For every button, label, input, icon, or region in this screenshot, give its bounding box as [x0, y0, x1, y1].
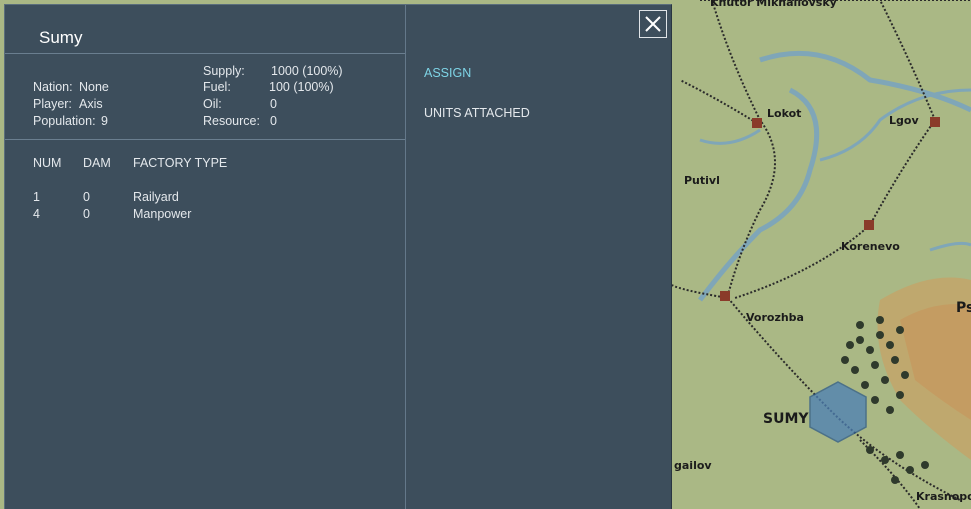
- map-label-krasnopo: Krasnopo: [916, 490, 971, 503]
- supply-value: 1000 (100%): [271, 64, 343, 78]
- oil-label: Oil:: [203, 97, 222, 111]
- col-header-num: NUM: [33, 156, 62, 170]
- supply-label: Supply:: [203, 64, 245, 78]
- player-value: Axis: [79, 97, 103, 111]
- city-name: Sumy: [39, 28, 83, 47]
- row-num: 1: [33, 190, 40, 204]
- oil-value: 0: [270, 97, 277, 111]
- stats-divider: [5, 139, 405, 140]
- row-factory-type: Railyard: [133, 190, 179, 204]
- map-label-ps: Ps: [956, 300, 971, 316]
- map-label-sumy[interactable]: SUMY: [763, 411, 809, 427]
- population-value: 9: [101, 114, 108, 128]
- map-label-vorozhba: Vorozhba: [746, 311, 804, 324]
- map-label-lokot: Lokot: [767, 107, 802, 120]
- nation-label: Nation:: [33, 80, 73, 94]
- row-factory-type: Manpower: [133, 207, 192, 221]
- player-label: Player:: [33, 97, 72, 111]
- assign-button[interactable]: ASSIGN: [424, 66, 471, 80]
- close-button[interactable]: [639, 10, 667, 38]
- map-label-korenevo: Korenevo: [841, 240, 900, 253]
- resource-label: Resource:: [203, 114, 260, 128]
- map-label-lgov: Lgov: [889, 114, 919, 127]
- fuel-value: 100 (100%): [269, 80, 334, 94]
- fuel-label: Fuel:: [203, 80, 231, 94]
- map-label-putivl: Putivl: [684, 174, 720, 187]
- population-label: Population:: [33, 114, 96, 128]
- row-dam: 0: [83, 207, 90, 221]
- col-header-dam: DAM: [83, 156, 111, 170]
- map-label-gailov: gailov: [674, 459, 712, 472]
- row-dam: 0: [83, 190, 90, 204]
- city-details-column: Sumy Nation: None Player: Axis Populatio…: [5, 5, 406, 509]
- city-info-panel: Sumy Nation: None Player: Axis Populatio…: [4, 4, 672, 509]
- close-icon: [645, 16, 661, 32]
- units-attached-label: UNITS ATTACHED: [424, 106, 530, 120]
- nation-value: None: [79, 80, 109, 94]
- resource-value: 0: [270, 114, 277, 128]
- col-header-factory-type: FACTORY TYPE: [133, 156, 228, 170]
- header-divider: [5, 53, 405, 54]
- row-num: 4: [33, 207, 40, 221]
- map-label-khutor: Khutor Mikhailovsky: [710, 0, 837, 9]
